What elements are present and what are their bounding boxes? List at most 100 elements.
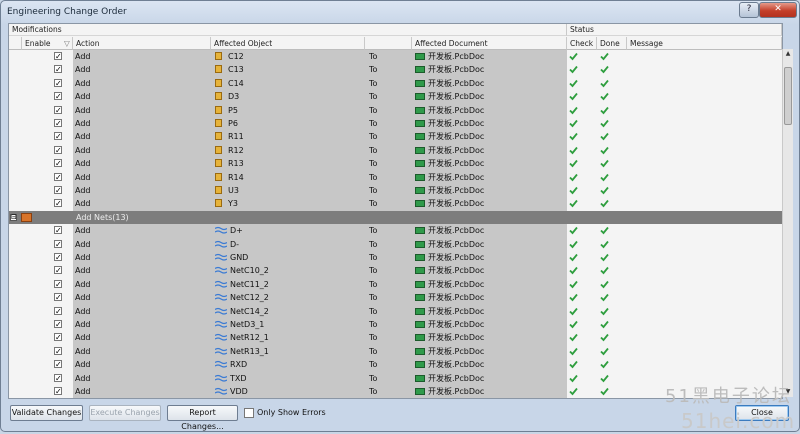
enable-checkbox[interactable]: ✓ <box>54 373 62 382</box>
done-ok-icon <box>600 173 609 182</box>
document-name: 开发板.PcbDoc <box>428 159 485 169</box>
check-ok-icon <box>569 132 578 141</box>
column-header-message[interactable]: Message <box>627 37 782 50</box>
action-cell: Add <box>75 266 91 276</box>
enable-checkbox[interactable]: ✓ <box>54 333 62 342</box>
enable-checkbox[interactable]: ✓ <box>54 78 62 87</box>
to-cell: To <box>369 119 378 128</box>
pcb-document-icon <box>415 66 425 74</box>
table-row[interactable]: ✓ Add C14 To 开发板.PcbDoc <box>9 76 782 91</box>
to-cell: To <box>369 78 378 88</box>
table-row[interactable]: ✓ Add R11 To 开发板.PcbDoc <box>9 130 782 144</box>
table-row[interactable]: ✓ Add C12 To 开发板.PcbDoc <box>9 50 782 64</box>
check-ok-icon <box>569 307 578 316</box>
done-ok-icon <box>600 347 609 356</box>
scroll-up-arrow-icon[interactable]: ▲ <box>783 49 793 59</box>
enable-checkbox[interactable]: ✓ <box>54 360 62 369</box>
enable-checkbox[interactable]: ✓ <box>54 320 62 329</box>
enable-checkbox[interactable]: ✓ <box>54 65 62 74</box>
only-show-errors-checkbox[interactable] <box>244 408 254 418</box>
table-row[interactable]: ✓ Add NetC10_2 To 开发板.PcbDoc <box>9 264 782 278</box>
enable-checkbox[interactable]: ✓ <box>54 293 62 302</box>
group-row[interactable]: ⊟ Add Nets(13) <box>9 210 782 225</box>
enable-checkbox[interactable]: ✓ <box>54 92 62 101</box>
column-header-check[interactable]: Check <box>567 37 597 50</box>
table-row[interactable]: ✓ Add NetR13_1 To 开发板.PcbDoc <box>9 344 782 359</box>
column-header-enable[interactable]: Enable ▽ <box>22 37 73 50</box>
enable-checkbox[interactable]: ✓ <box>54 186 62 195</box>
table-row[interactable]: ✓ Add NetC11_2 To 开发板.PcbDoc <box>9 277 782 292</box>
table-row[interactable]: ✓ Add RXD To 开发板.PcbDoc <box>9 358 782 372</box>
table-row[interactable]: ✓ Add NetC12_2 To 开发板.PcbDoc <box>9 291 782 305</box>
document-name: 开发板.PcbDoc <box>428 320 485 329</box>
enable-checkbox[interactable]: ✓ <box>54 253 62 262</box>
net-icon <box>215 346 228 355</box>
enable-checkbox[interactable]: ✓ <box>54 346 62 355</box>
scroll-thumb[interactable] <box>784 67 792 125</box>
object-name: R13 <box>228 159 244 169</box>
enable-checkbox[interactable]: ✓ <box>54 199 62 208</box>
table-row[interactable]: ✓ Add U3 To 开发板.PcbDoc <box>9 184 782 198</box>
table-row[interactable]: ✓ Add GND To 开发板.PcbDoc <box>9 251 782 265</box>
document-name: 开发板.PcbDoc <box>428 387 485 396</box>
enable-checkbox[interactable]: ✓ <box>54 145 62 154</box>
component-icon <box>215 52 222 60</box>
affected-object-cell: GND <box>215 251 248 264</box>
enable-checkbox[interactable]: ✓ <box>54 279 62 288</box>
action-cell: Add <box>75 78 91 88</box>
action-cell: Add <box>75 226 91 236</box>
execute-changes-button[interactable]: Execute Changes <box>89 405 161 421</box>
column-header-done[interactable]: Done <box>597 37 627 50</box>
column-header-affected-document[interactable]: Affected Document <box>412 37 567 50</box>
column-header-action[interactable]: Action <box>73 37 211 50</box>
pcb-document-icon <box>415 347 425 355</box>
done-ok-icon <box>600 146 609 155</box>
table-row[interactable]: ✓ Add NetD3_1 To 开发板.PcbDoc <box>9 318 782 332</box>
check-ok-icon <box>569 374 578 383</box>
table-row[interactable]: ✓ Add P6 To 开发板.PcbDoc <box>9 117 782 131</box>
enable-checkbox[interactable]: ✓ <box>54 226 62 235</box>
enable-checkbox[interactable]: ✓ <box>54 119 62 128</box>
column-header-affected-object[interactable]: Affected Object <box>211 37 365 50</box>
enable-checkbox[interactable]: ✓ <box>54 159 62 168</box>
collapse-icon[interactable]: ⊟ <box>10 213 17 221</box>
object-name: D- <box>230 239 240 249</box>
document-name: 开发板.PcbDoc <box>428 65 485 75</box>
document-name: 开发板.PcbDoc <box>428 119 485 128</box>
affected-object-cell: C14 <box>215 77 244 90</box>
table-row[interactable]: ✓ Add R13 To 开发板.PcbDoc <box>9 157 782 171</box>
table-row[interactable]: ✓ Add D+ To 开发板.PcbDoc <box>9 224 782 238</box>
window-close-button[interactable]: ✕ <box>759 2 797 18</box>
report-changes-button[interactable]: Report Changes... <box>167 405 238 431</box>
enable-checkbox[interactable]: ✓ <box>54 387 62 396</box>
table-row[interactable]: ✓ Add Y3 To 开发板.PcbDoc <box>9 197 782 211</box>
table-row[interactable]: ✓ Add R14 To 开发板.PcbDoc <box>9 170 782 184</box>
table-row[interactable]: ✓ Add C13 To 开发板.PcbDoc <box>9 63 782 77</box>
enable-checkbox[interactable]: ✓ <box>54 132 62 141</box>
help-button[interactable]: ? <box>739 2 759 18</box>
filter-icon[interactable]: ▽ <box>64 37 70 50</box>
action-cell: Add <box>75 360 91 370</box>
object-name: NetC14_2 <box>230 306 269 316</box>
validate-changes-button[interactable]: Validate Changes <box>10 405 83 421</box>
enable-checkbox[interactable]: ✓ <box>54 306 62 315</box>
table-row[interactable]: ✓ Add NetC14_2 To 开发板.PcbDoc <box>9 304 782 318</box>
enable-checkbox[interactable]: ✓ <box>54 172 62 181</box>
vertical-scrollbar[interactable]: ▲ ▼ <box>782 49 793 397</box>
enable-checkbox[interactable]: ✓ <box>54 239 62 248</box>
affected-document-cell: 开发板.PcbDoc <box>415 90 484 103</box>
column-header-to[interactable] <box>365 37 412 50</box>
table-row[interactable]: ✓ Add D3 To 开发板.PcbDoc <box>9 90 782 104</box>
net-icon <box>215 239 228 248</box>
table-row[interactable]: ✓ Add R12 To 开发板.PcbDoc <box>9 143 782 158</box>
enable-checkbox[interactable]: ✓ <box>54 105 62 114</box>
table-row[interactable]: ✓ Add P5 To 开发板.PcbDoc <box>9 103 782 117</box>
affected-object-cell: NetR13_1 <box>215 345 269 358</box>
table-row[interactable]: ✓ Add NetR12_1 To 开发板.PcbDoc <box>9 331 782 345</box>
table-row[interactable]: ✓ Add D- To 开发板.PcbDoc <box>9 237 782 251</box>
object-name: D+ <box>230 226 243 236</box>
document-name: 开发板.PcbDoc <box>428 172 485 182</box>
enable-checkbox[interactable]: ✓ <box>54 52 62 61</box>
to-cell: To <box>369 320 378 329</box>
enable-checkbox[interactable]: ✓ <box>54 266 62 275</box>
